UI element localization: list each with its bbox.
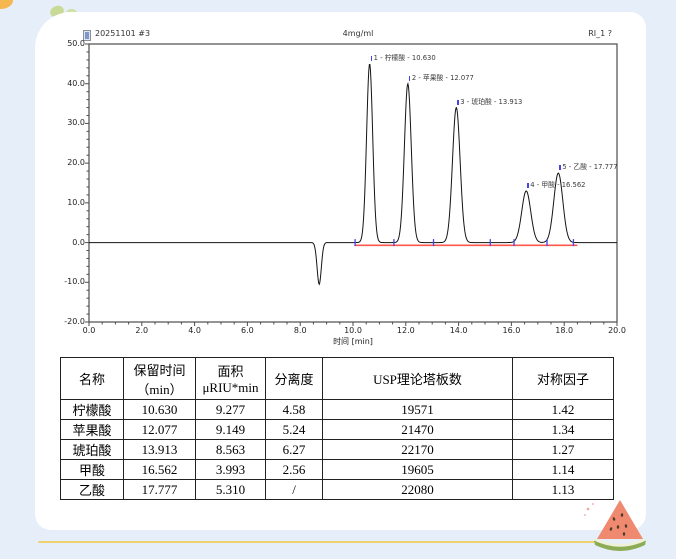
x-tick-label: 16.0 bbox=[497, 326, 525, 335]
peak-label: 1 - 柠檬酸 - 10.630 bbox=[371, 54, 436, 63]
table-row: 琥珀酸13.9138.5636.27221701.27 bbox=[61, 440, 614, 460]
analyte-name-cell: 柠檬酸 bbox=[61, 400, 124, 420]
y-tick-label: 50.0 bbox=[53, 39, 85, 48]
y-tick-label: -20.0 bbox=[53, 317, 85, 326]
table-cell: 5.310 bbox=[196, 480, 266, 500]
table-cell: 3.993 bbox=[196, 460, 266, 480]
column-header: USP理论塔板数 bbox=[323, 358, 513, 400]
table-cell: 2.56 bbox=[266, 460, 323, 480]
table-cell: 4.58 bbox=[266, 400, 323, 420]
table-row: 甲酸16.5623.9932.56196051.14 bbox=[61, 460, 614, 480]
table-cell: 9.149 bbox=[196, 420, 266, 440]
column-header: 分离度 bbox=[266, 358, 323, 400]
table-row: 乙酸17.7775.310/220801.13 bbox=[61, 480, 614, 500]
column-header: 面积μRIU*min bbox=[196, 358, 266, 400]
chromatogram-trace bbox=[89, 65, 617, 285]
table-cell: / bbox=[266, 480, 323, 500]
table-row: 苹果酸12.0779.1495.24214701.34 bbox=[61, 420, 614, 440]
x-tick-label: 2.0 bbox=[128, 326, 156, 335]
x-tick-label: 18.0 bbox=[550, 326, 578, 335]
peak-label: 3 - 琥珀酸 - 13.913 bbox=[457, 98, 522, 107]
x-tick-label: 10.0 bbox=[339, 326, 367, 335]
y-tick-label: 30.0 bbox=[53, 118, 85, 127]
table-cell: 19605 bbox=[323, 460, 513, 480]
x-axis-title: 时间 [min] bbox=[317, 336, 389, 347]
table-cell: 13.913 bbox=[124, 440, 196, 460]
table-cell: 19571 bbox=[323, 400, 513, 420]
column-header: 保留时间（min） bbox=[124, 358, 196, 400]
table-cell: 1.27 bbox=[513, 440, 614, 460]
x-tick-label: 0.0 bbox=[75, 326, 103, 335]
peak-label: 2 - 苹果酸 - 12.077 bbox=[409, 74, 474, 83]
y-tick-label: 10.0 bbox=[53, 198, 85, 207]
y-tick-label: 20.0 bbox=[53, 158, 85, 167]
table-cell: 21470 bbox=[323, 420, 513, 440]
analyte-name-cell: 苹果酸 bbox=[61, 420, 124, 440]
analyte-name-cell: 乙酸 bbox=[61, 480, 124, 500]
column-header: 对称因子 bbox=[513, 358, 614, 400]
y-tick-label: 40.0 bbox=[53, 79, 85, 88]
table-cell: 8.563 bbox=[196, 440, 266, 460]
x-tick-label: 8.0 bbox=[286, 326, 314, 335]
table-cell: 16.562 bbox=[124, 460, 196, 480]
y-tick-label: -10.0 bbox=[53, 277, 85, 286]
x-tick-label: 6.0 bbox=[233, 326, 261, 335]
table-cell: 17.777 bbox=[124, 480, 196, 500]
table-cell: 22170 bbox=[323, 440, 513, 460]
report-page: 20251101 #3 4mg/ml RI_1 ? 50.040.030.020… bbox=[0, 0, 676, 559]
x-tick-label: 12.0 bbox=[392, 326, 420, 335]
table-cell: 6.27 bbox=[266, 440, 323, 460]
divider-line bbox=[38, 541, 595, 543]
table-cell: 1.34 bbox=[513, 420, 614, 440]
table-cell: 5.24 bbox=[266, 420, 323, 440]
x-tick-label: 20.0 bbox=[603, 326, 631, 335]
y-tick-label: 0.0 bbox=[53, 238, 85, 247]
watermelon-icon bbox=[578, 497, 650, 559]
results-table: 名称保留时间（min）面积μRIU*min分离度USP理论塔板数对称因子 柠檬酸… bbox=[60, 357, 614, 500]
table-cell: 12.077 bbox=[124, 420, 196, 440]
x-tick-label: 14.0 bbox=[445, 326, 473, 335]
analyte-name-cell: 琥珀酸 bbox=[61, 440, 124, 460]
table-cell: 1.42 bbox=[513, 400, 614, 420]
peak-label: 4 - 甲酸 - 16.562 bbox=[527, 181, 585, 190]
table-row: 柠檬酸10.6309.2774.58195711.42 bbox=[61, 400, 614, 420]
analyte-name-cell: 甲酸 bbox=[61, 460, 124, 480]
table-cell: 9.277 bbox=[196, 400, 266, 420]
table-cell: 1.14 bbox=[513, 460, 614, 480]
table-cell: 22080 bbox=[323, 480, 513, 500]
table-cell: 10.630 bbox=[124, 400, 196, 420]
x-tick-label: 4.0 bbox=[181, 326, 209, 335]
peak-label: 5 - 乙酸 - 17.777 bbox=[559, 163, 617, 172]
column-header: 名称 bbox=[61, 358, 124, 400]
